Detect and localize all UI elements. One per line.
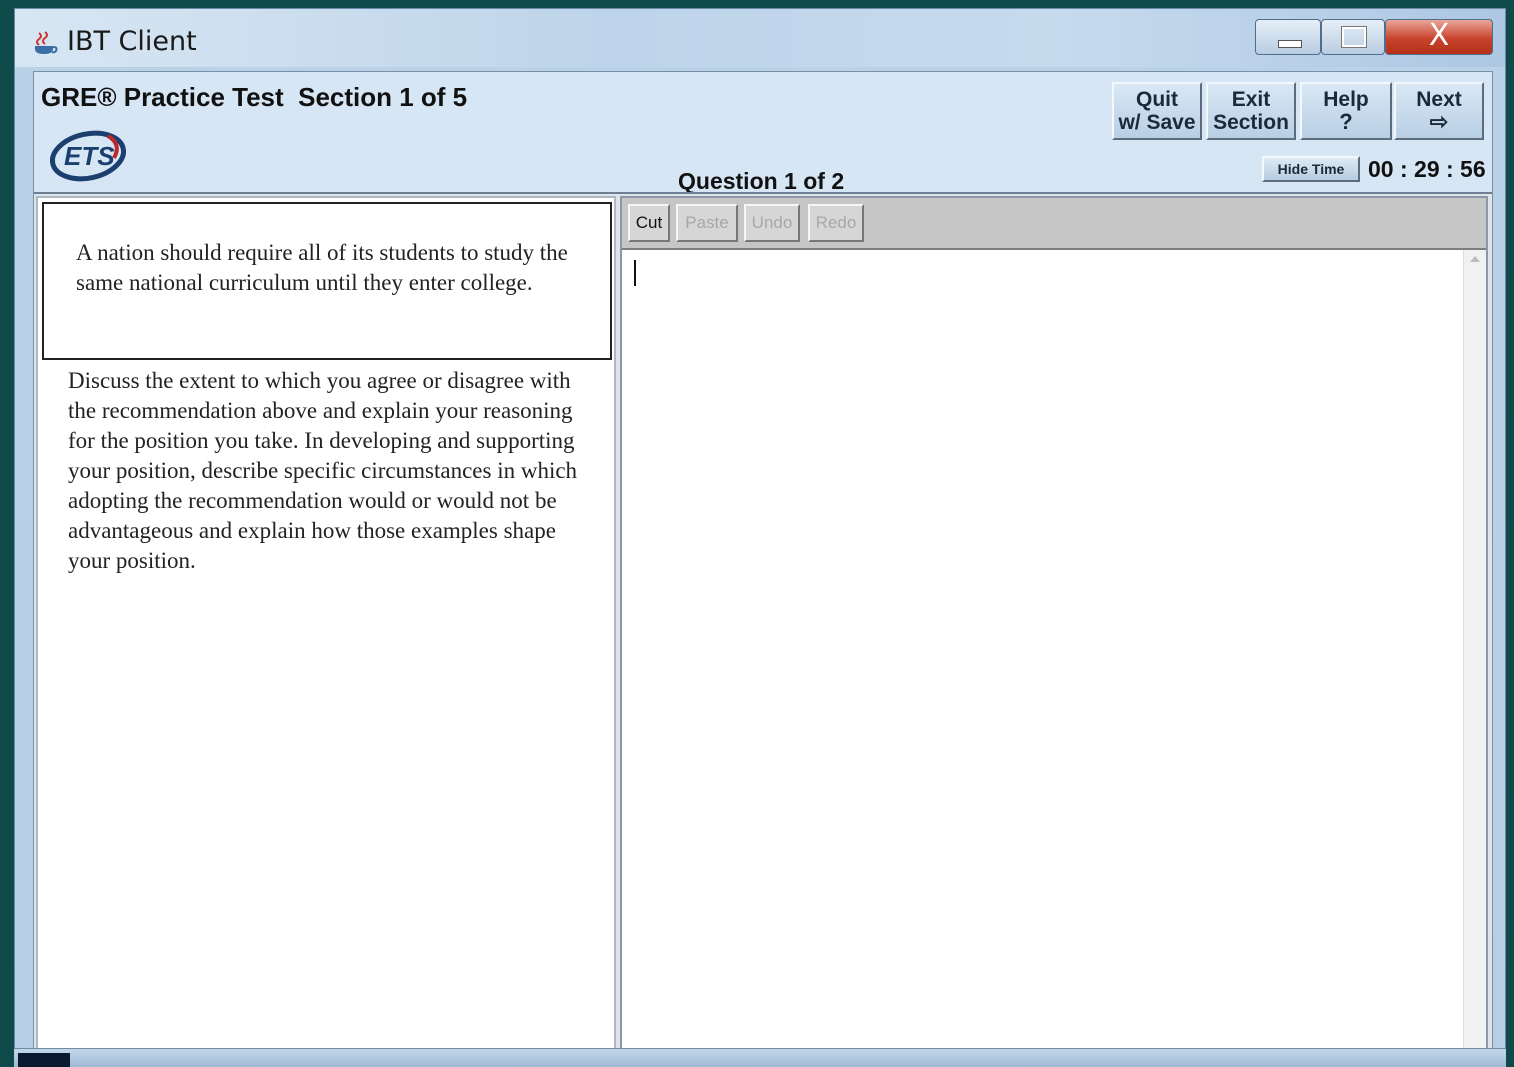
prompt-text: A nation should require all of its stude… <box>76 240 568 295</box>
help-button[interactable]: Help ? <box>1300 82 1392 140</box>
exit-label: Exit <box>1231 88 1271 111</box>
maximize-icon <box>1341 26 1367 48</box>
essay-textarea[interactable] <box>622 250 1464 1060</box>
exit-section-button[interactable]: Exit Section <box>1206 82 1296 140</box>
redo-button[interactable]: Redo <box>808 204 864 242</box>
prompt-box: A nation should require all of its stude… <box>42 202 612 360</box>
essay-scrollbar[interactable] <box>1463 250 1486 1060</box>
taskbar-item[interactable] <box>18 1053 70 1067</box>
java-cup-icon <box>35 31 58 54</box>
hide-time-button[interactable]: Hide Time <box>1262 156 1360 182</box>
instructions-text: Discuss the extent to which you agree or… <box>68 368 578 573</box>
quit-save-button[interactable]: Quit w/ Save <box>1112 82 1202 140</box>
maximize-button[interactable] <box>1321 19 1385 55</box>
window-title: IBT Client <box>67 26 197 57</box>
question-counter: Question 1 of 2 <box>678 168 845 194</box>
close-button[interactable]: X <box>1385 19 1493 55</box>
minimize-button[interactable] <box>1255 19 1321 55</box>
paste-button[interactable]: Paste <box>676 204 738 242</box>
test-app: GRE® Practice Test Section 1 of 5 ETS Qu… <box>33 71 1493 1064</box>
title-bar: IBT Client X <box>15 9 1505 67</box>
quit-label: Quit <box>1136 88 1178 111</box>
cut-button[interactable]: Cut <box>628 204 670 242</box>
logo-text: ETS <box>64 141 115 171</box>
taskbar <box>14 1048 1506 1067</box>
exit-sublabel: Section <box>1213 111 1289 134</box>
text-caret <box>634 260 636 286</box>
edit-toolbar: Cut Paste Undo Redo <box>622 198 1486 250</box>
scroll-up-icon[interactable] <box>1470 256 1480 262</box>
question-pane: A nation should require all of its stude… <box>36 196 616 1062</box>
arrow-right-icon: ⇨ <box>1429 109 1449 134</box>
test-title: GRE® Practice Test Section 1 of 5 <box>41 82 468 112</box>
help-label: Help <box>1323 88 1369 111</box>
question-mark-icon: ? <box>1339 109 1353 134</box>
undo-button[interactable]: Undo <box>744 204 800 242</box>
countdown-timer: 00 : 29 : 56 <box>1368 156 1486 182</box>
app-window: IBT Client X GRE® Practice Test Section … <box>14 8 1506 1066</box>
quit-sublabel: w/ Save <box>1118 111 1196 134</box>
content-area: A nation should require all of its stude… <box>34 192 1492 1064</box>
next-button[interactable]: Next ⇨ <box>1394 82 1484 140</box>
next-label: Next <box>1416 88 1462 111</box>
response-pane: Cut Paste Undo Redo <box>620 196 1488 1062</box>
minimize-icon <box>1278 40 1302 48</box>
ets-logo: ETS <box>49 130 127 182</box>
